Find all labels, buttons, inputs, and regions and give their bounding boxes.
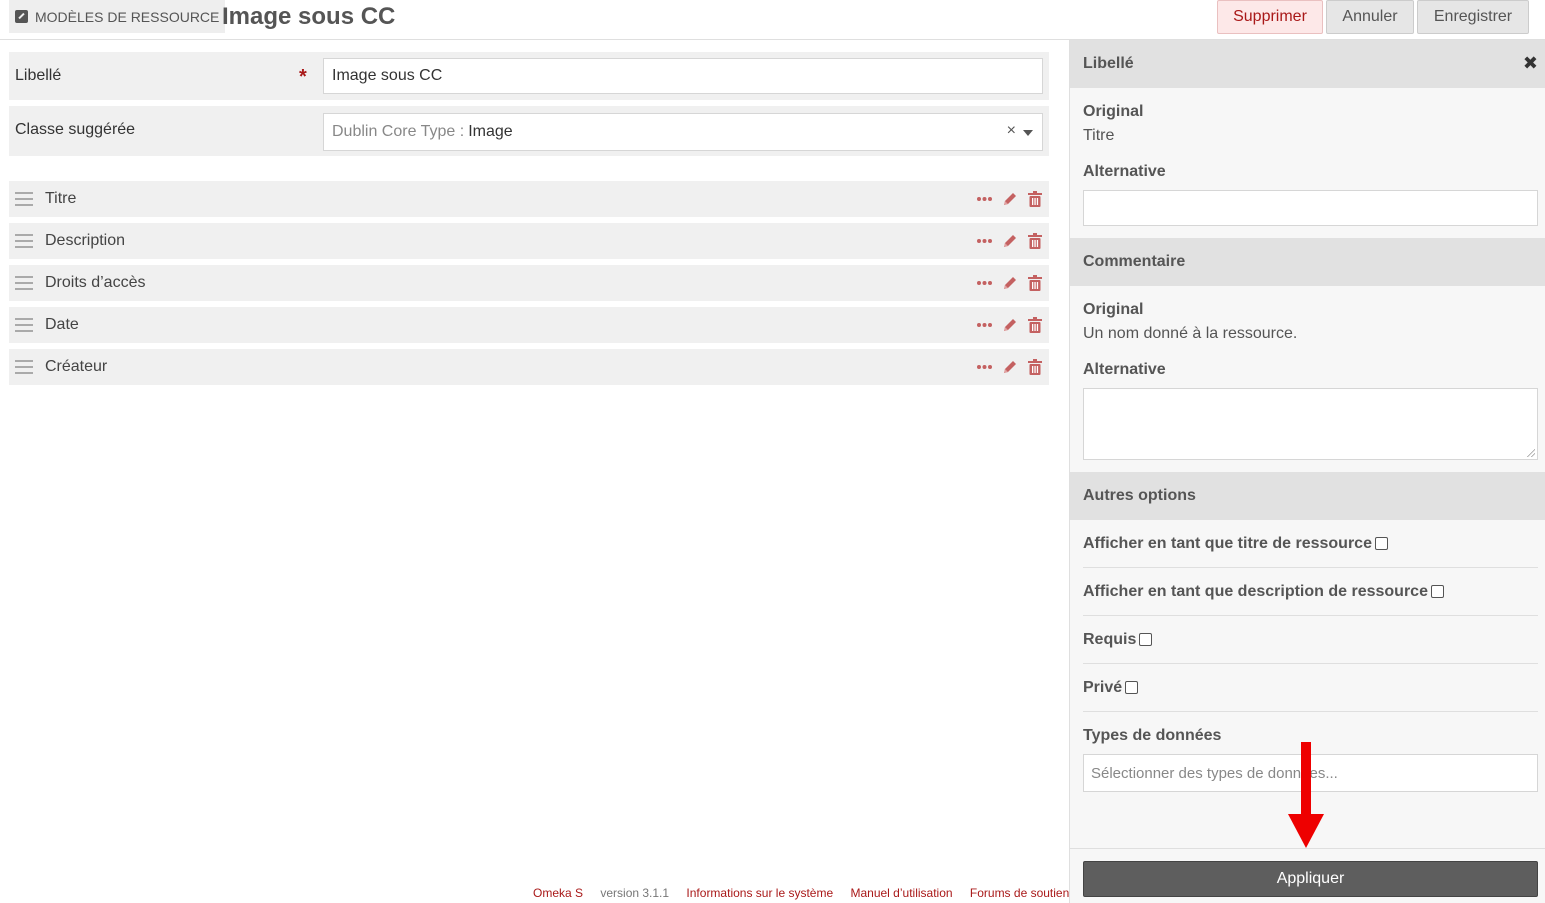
footer-brand-link[interactable]: Omeka S <box>533 886 583 900</box>
option-title-checkbox[interactable] <box>1374 537 1388 550</box>
class-field-row: Classe suggérée Dublin Core Type : Image… <box>9 106 1049 156</box>
option-title-label: Afficher en tant que titre de ressource <box>1083 534 1372 552</box>
option-private-row[interactable]: Privé <box>1083 664 1538 712</box>
resize-grip-icon[interactable] <box>1527 449 1535 457</box>
page-title: Image sous CC <box>222 3 396 30</box>
more-icon[interactable] <box>976 190 993 208</box>
trash-icon[interactable] <box>1026 358 1043 376</box>
more-icon[interactable] <box>976 274 993 292</box>
class-field-label: Classe suggérée <box>15 121 136 138</box>
sidebar-options-title: Autres options <box>1083 487 1196 504</box>
pencil-icon[interactable] <box>1001 232 1018 250</box>
section-badge[interactable]: MODÈLES DE RESSOURCE <box>9 0 226 33</box>
edit-icon <box>15 10 28 23</box>
sidebar-comment-header: Commentaire <box>1070 238 1545 286</box>
option-description-row[interactable]: Afficher en tant que description de ress… <box>1083 568 1538 616</box>
annotation-arrow-icon <box>1288 742 1324 848</box>
property-row[interactable]: Description <box>9 223 1049 259</box>
drag-handle-icon[interactable] <box>15 318 33 332</box>
property-label: Description <box>45 232 126 249</box>
label-field-row: Libellé * Image sous CC <box>9 52 1049 100</box>
pencil-icon[interactable] <box>1001 190 1018 208</box>
delete-button[interactable]: Supprimer <box>1217 0 1323 34</box>
property-row[interactable]: Droits d’accès <box>9 265 1049 301</box>
label-original-label: Original <box>1083 103 1144 120</box>
option-description-checkbox[interactable] <box>1430 585 1444 598</box>
pencil-icon[interactable] <box>1001 316 1018 334</box>
sidebar-options-header: Autres options <box>1070 472 1545 520</box>
footer-manual-link[interactable]: Manuel d’utilisation <box>850 886 952 900</box>
more-icon[interactable] <box>976 358 993 376</box>
property-actions <box>976 358 1043 376</box>
property-actions <box>976 274 1043 292</box>
drag-handle-icon[interactable] <box>15 192 33 206</box>
alternative-label-input[interactable] <box>1083 190 1538 226</box>
class-value: Image <box>468 123 513 140</box>
sidebar-label-title: Libellé <box>1083 55 1134 72</box>
property-actions <box>976 232 1043 250</box>
property-row[interactable]: Titre <box>9 181 1049 217</box>
option-required-checkbox[interactable] <box>1139 633 1153 646</box>
property-label: Droits d’accès <box>45 274 146 291</box>
property-row[interactable]: Créateur <box>9 349 1049 385</box>
close-icon[interactable]: ✖ <box>1523 53 1538 74</box>
apply-button[interactable]: Appliquer <box>1083 861 1538 897</box>
more-icon[interactable] <box>976 316 993 334</box>
property-label: Titre <box>45 190 77 207</box>
label-original-value: Titre <box>1083 127 1115 144</box>
property-label: Date <box>45 316 79 333</box>
option-required-row[interactable]: Requis <box>1083 616 1538 664</box>
class-prefix: Dublin Core Type : <box>332 123 465 140</box>
top-bar: MODÈLES DE RESSOURCE Image sous CC Suppr… <box>0 0 1545 40</box>
drag-handle-icon[interactable] <box>15 360 33 374</box>
comment-original-value: Un nom donné à la ressource. <box>1083 325 1298 342</box>
trash-icon[interactable] <box>1026 274 1043 292</box>
trash-icon[interactable] <box>1026 190 1043 208</box>
property-actions <box>976 190 1043 208</box>
footer-version: version 3.1.1 <box>600 886 670 900</box>
option-title-row[interactable]: Afficher en tant que titre de ressource <box>1083 520 1538 568</box>
save-button[interactable]: Enregistrer <box>1417 0 1529 34</box>
trash-icon[interactable] <box>1026 316 1043 334</box>
label-field-label: Libellé <box>15 67 62 84</box>
cancel-button[interactable]: Annuler <box>1326 0 1414 34</box>
drag-handle-icon[interactable] <box>15 234 33 248</box>
option-private-label: Privé <box>1083 678 1123 696</box>
option-private-checkbox[interactable] <box>1125 681 1139 694</box>
sidebar-comment-title: Commentaire <box>1083 253 1186 270</box>
main-content: Libellé * Image sous CC Classe suggérée … <box>0 40 1069 903</box>
trash-icon[interactable] <box>1026 232 1043 250</box>
footer: Omeka S version 3.1.1 Informations sur l… <box>533 886 1083 900</box>
property-actions <box>976 316 1043 334</box>
more-icon[interactable] <box>976 232 993 250</box>
option-required-label: Requis <box>1083 630 1137 648</box>
footer-system-info-link[interactable]: Informations sur le système <box>686 886 833 900</box>
pencil-icon[interactable] <box>1001 358 1018 376</box>
property-label: Créateur <box>45 358 108 375</box>
comment-original-label: Original <box>1083 301 1144 318</box>
label-input[interactable]: Image sous CC <box>323 58 1043 94</box>
drag-handle-icon[interactable] <box>15 276 33 290</box>
label-alternative-label: Alternative <box>1083 163 1166 180</box>
property-row[interactable]: Date <box>9 307 1049 343</box>
section-label: MODÈLES DE RESSOURCE <box>35 8 220 25</box>
sidebar-label-header: Libellé ✖ <box>1070 40 1545 88</box>
alternative-comment-textarea[interactable] <box>1083 388 1538 460</box>
chevron-down-icon[interactable] <box>1023 130 1033 136</box>
option-description-label: Afficher en tant que description de ress… <box>1083 582 1428 600</box>
footer-forums-link[interactable]: Forums de soutien <box>970 886 1069 900</box>
clear-icon[interactable]: × <box>1007 122 1016 140</box>
comment-alternative-label: Alternative <box>1083 361 1166 378</box>
required-mark: * <box>299 66 307 88</box>
data-types-label: Types de données <box>1083 727 1222 744</box>
pencil-icon[interactable] <box>1001 274 1018 292</box>
suggested-class-select[interactable]: Dublin Core Type : Image × <box>323 113 1043 151</box>
